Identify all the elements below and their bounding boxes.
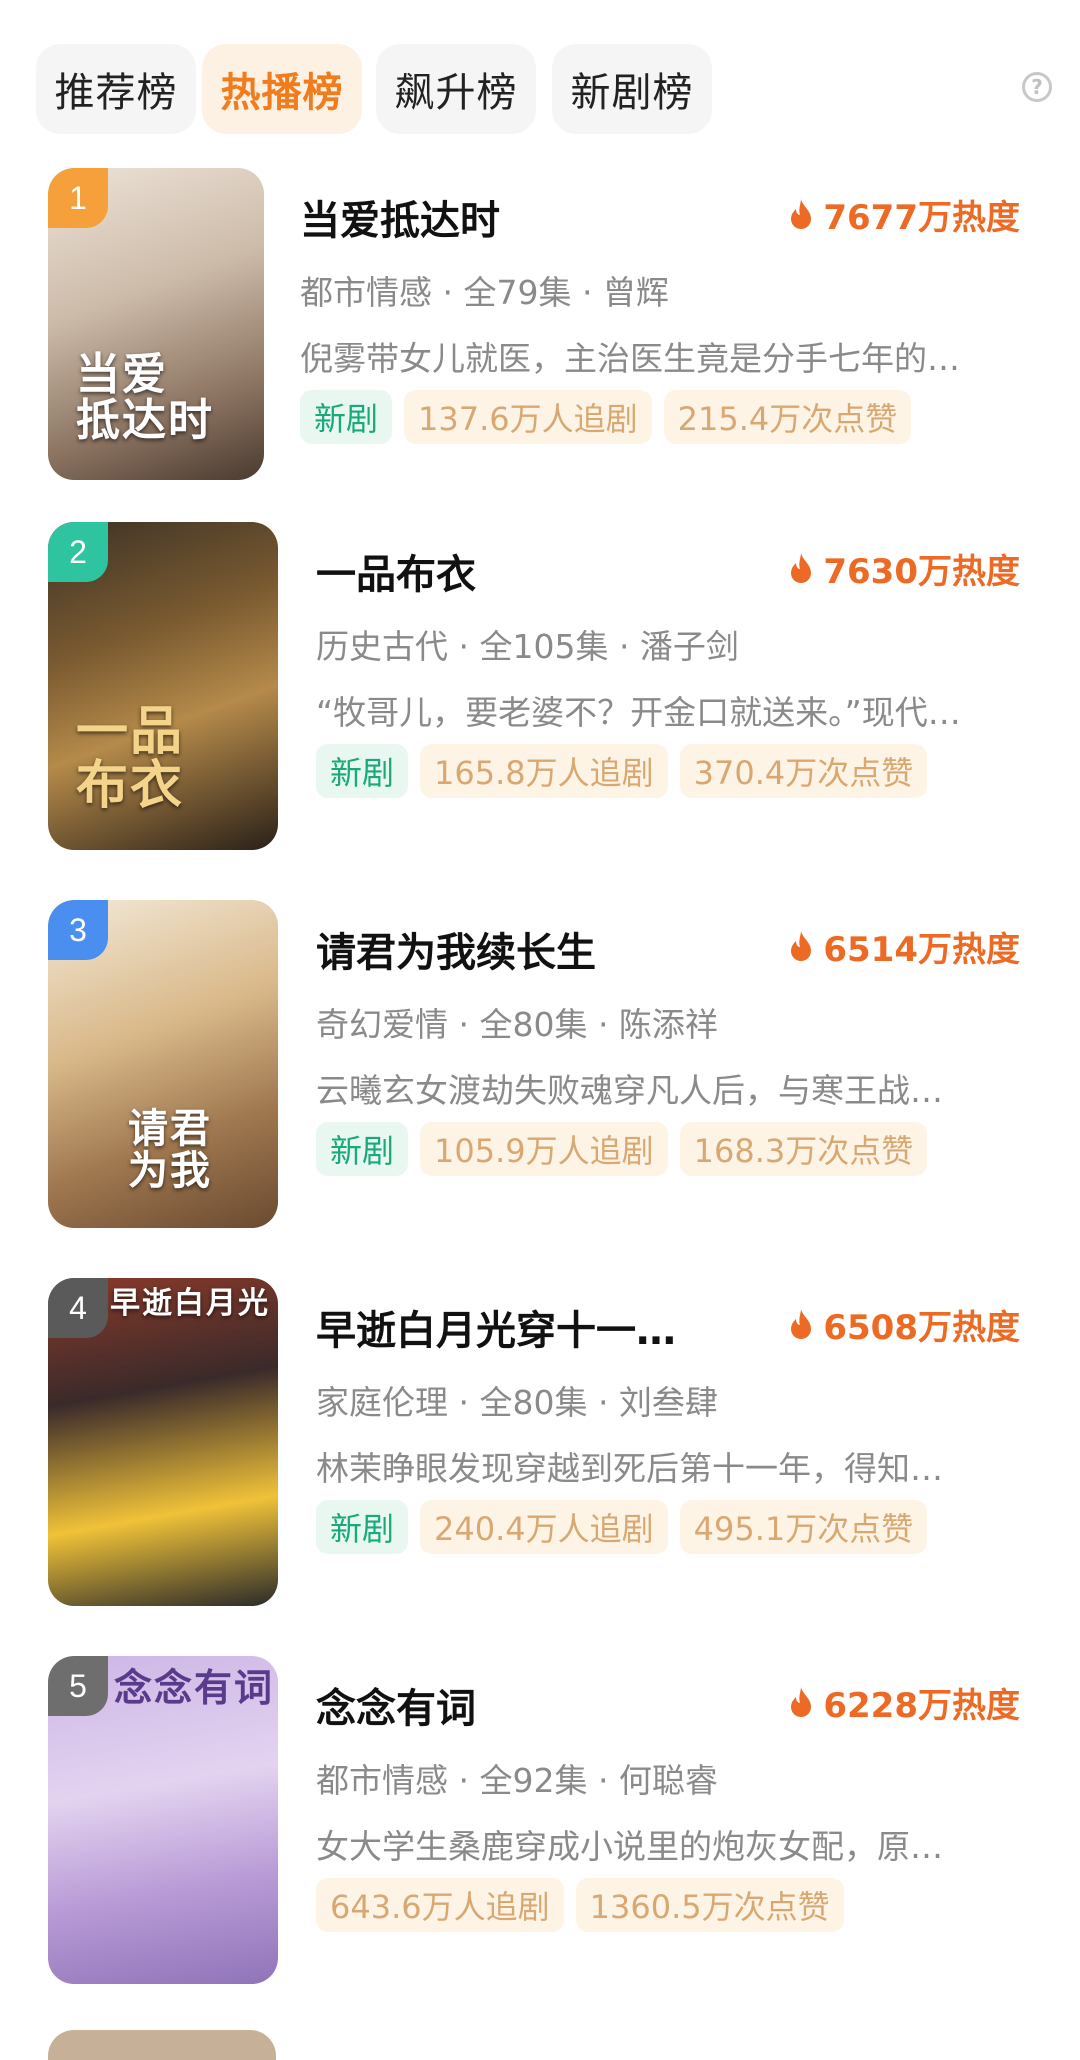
drama-title[interactable]: 一品布衣 <box>316 542 476 600</box>
heat-value: 7630万热度 <box>823 552 1020 592</box>
fire-icon <box>791 1308 812 1339</box>
heat-score: 6508万热度 <box>789 1300 1020 1349</box>
drama-title[interactable]: 念念有词 <box>316 1676 476 1734</box>
drama-cover-partial[interactable] <box>48 2030 276 2060</box>
drama-tags: 643.6万人追剧 1360.5万次点赞 <box>316 1878 844 1932</box>
heat-value: 6228万热度 <box>823 1686 1020 1726</box>
fire-icon <box>791 1686 812 1717</box>
cover-title-art: 请君 为我 <box>128 1105 212 1194</box>
drama-title[interactable]: 请君为我续长生 <box>316 920 596 978</box>
drama-tags: 新剧 240.4万人追剧 495.1万次点赞 <box>316 1500 928 1554</box>
fire-icon <box>791 198 812 229</box>
drama-meta: 奇幻爱情 · 全80集 · 陈添祥 <box>316 1005 718 1044</box>
drama-description: “牧哥儿，要老婆不？开金口就送来。”现代… <box>316 693 961 732</box>
fire-icon <box>791 930 812 961</box>
followers-tag: 643.6万人追剧 <box>316 1878 564 1932</box>
drama-title[interactable]: 当爱抵达时 <box>300 188 500 246</box>
heat-value: 6514万热度 <box>823 930 1020 970</box>
tab-hot[interactable]: 热播榜 <box>202 44 362 134</box>
heat-value: 7677万热度 <box>823 198 1020 238</box>
new-tag: 新剧 <box>300 390 393 444</box>
drama-meta: 家庭伦理 · 全80集 · 刘叁肆 <box>316 1383 718 1422</box>
drama-meta: 都市情感 · 全79集 · 曾辉 <box>300 273 669 312</box>
ranking-tabs: 推荐榜 热播榜 飙升榜 新剧榜 ? <box>36 44 1052 136</box>
drama-description: 倪雾带女儿就医，主治医生竟是分手七年的… <box>300 339 960 378</box>
drama-cover[interactable]: 2 一品 布衣 <box>48 522 278 850</box>
likes-tag: 1360.5万次点赞 <box>575 1878 844 1932</box>
drama-cover[interactable]: 5 念念有词 <box>48 1656 278 1984</box>
heat-score: 7630万热度 <box>789 544 1020 593</box>
new-tag: 新剧 <box>316 1500 409 1554</box>
drama-cover[interactable]: 4 早逝白月光 <box>48 1278 278 1606</box>
drama-tags: 新剧 137.6万人追剧 215.4万次点赞 <box>300 390 912 444</box>
question-circle-icon[interactable]: ? <box>1022 72 1052 102</box>
drama-item[interactable]: 5 念念有词 念念有词 6228万热度 都市情感 · 全92集 · 何聪睿 女大… <box>0 1656 1080 1986</box>
rank-badge: 5 <box>48 1656 108 1716</box>
drama-description: 林茉睁眼发现穿越到死后第十一年，得知… <box>316 1449 943 1488</box>
drama-cover[interactable]: 1 当爱 抵达时 <box>48 168 264 480</box>
drama-meta: 都市情感 · 全92集 · 何聪睿 <box>316 1761 718 1800</box>
heat-score: 7677万热度 <box>789 190 1020 239</box>
cover-title-art: 一品 布衣 <box>76 700 185 817</box>
drama-item[interactable]: 3 请君 为我 请君为我续长生 6514万热度 奇幻爱情 · 全80集 · 陈添… <box>0 900 1080 1230</box>
drama-tags: 新剧 165.8万人追剧 370.4万次点赞 <box>316 744 928 798</box>
cover-title-art: 早逝白月光 <box>110 1286 270 1321</box>
likes-tag: 370.4万次点赞 <box>679 744 928 798</box>
drama-description: 女大学生桑鹿穿成小说里的炮灰女配，原… <box>316 1827 943 1866</box>
new-tag: 新剧 <box>316 1122 409 1176</box>
drama-meta: 历史古代 · 全105集 · 潘子剑 <box>316 627 739 666</box>
heat-score: 6228万热度 <box>789 1678 1020 1727</box>
drama-item[interactable]: 2 一品 布衣 一品布衣 7630万热度 历史古代 · 全105集 · 潘子剑 … <box>0 522 1080 852</box>
tab-recommend[interactable]: 推荐榜 <box>36 44 196 134</box>
rank-badge: 4 <box>48 1278 108 1338</box>
cover-title-art: 当爱 抵达时 <box>76 348 214 446</box>
drama-tags: 新剧 105.9万人追剧 168.3万次点赞 <box>316 1122 928 1176</box>
tab-rising[interactable]: 飙升榜 <box>376 44 536 134</box>
drama-description: 云曦玄女渡劫失败魂穿凡人后，与寒王战… <box>316 1071 943 1110</box>
likes-tag: 495.1万次点赞 <box>679 1500 928 1554</box>
fire-icon <box>791 552 812 583</box>
followers-tag: 165.8万人追剧 <box>420 744 668 798</box>
likes-tag: 215.4万次点赞 <box>663 390 912 444</box>
likes-tag: 168.3万次点赞 <box>679 1122 928 1176</box>
cover-title-art: 念念有词 <box>114 1665 275 1710</box>
followers-tag: 137.6万人追剧 <box>404 390 652 444</box>
rank-badge: 2 <box>48 522 108 582</box>
tab-new[interactable]: 新剧榜 <box>552 44 712 134</box>
rank-badge: 3 <box>48 900 108 960</box>
heat-value: 6508万热度 <box>823 1308 1020 1348</box>
drama-title[interactable]: 早逝白月光穿十一… <box>316 1298 676 1356</box>
rank-badge: 1 <box>48 168 108 228</box>
drama-cover[interactable]: 3 请君 为我 <box>48 900 278 1228</box>
heat-score: 6514万热度 <box>789 922 1020 971</box>
new-tag: 新剧 <box>316 744 409 798</box>
drama-item[interactable]: 1 当爱 抵达时 当爱抵达时 7677万热度 都市情感 · 全79集 · 曾辉 … <box>0 168 1080 498</box>
followers-tag: 105.9万人追剧 <box>420 1122 668 1176</box>
drama-item[interactable]: 4 早逝白月光 早逝白月光穿十一… 6508万热度 家庭伦理 · 全80集 · … <box>0 1278 1080 1608</box>
followers-tag: 240.4万人追剧 <box>420 1500 668 1554</box>
